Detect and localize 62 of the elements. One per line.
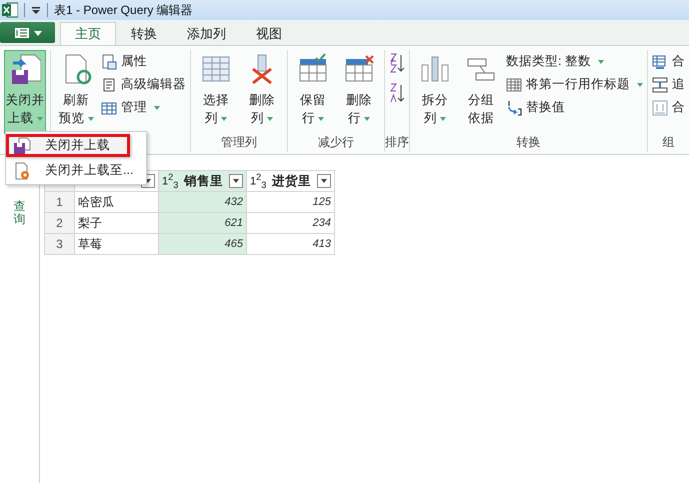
table-cell: 哈密瓜 (74, 192, 158, 212)
table-cell: 465 (158, 234, 246, 254)
dropdown-icon[interactable] (31, 5, 41, 15)
script-icon (101, 76, 117, 92)
document-icon (9, 53, 41, 85)
merge-icon (652, 54, 668, 70)
ribbon-button[interactable]: 合 (652, 52, 685, 71)
sort-ascending-icon[interactable] (389, 52, 405, 74)
tab[interactable]: 转换 (116, 22, 172, 45)
table-icon (506, 76, 522, 92)
ribbon-button[interactable]: 管理 (101, 98, 186, 117)
table-cell: 125 (246, 192, 334, 212)
sort-descending-icon[interactable] (389, 82, 405, 104)
menu-icon (12, 26, 42, 38)
ribbon-button[interactable]: 合 (652, 98, 685, 117)
table-cell: 432 (158, 192, 246, 212)
ribbon-button[interactable]: 选择 列 (195, 50, 237, 134)
table-cell: 梨子 (74, 212, 158, 234)
ribbon-button[interactable]: 属性 (101, 52, 186, 71)
ribbon-button[interactable]: 关闭并 上载 (4, 50, 46, 134)
ribbon-button[interactable]: 保留 行 (292, 50, 334, 134)
file-button[interactable] (0, 22, 55, 43)
window-title: 表1 - Power Query 编辑器 (54, 2, 193, 18)
ribbon-button[interactable]: 删除 列 (241, 50, 283, 134)
group-label: 转换 (516, 135, 540, 149)
row-number: 2 (44, 212, 74, 234)
tab[interactable]: 主页 (60, 22, 116, 45)
ribbon-button[interactable]: 将第一行用作标题 (506, 75, 643, 94)
replace-icon (506, 100, 522, 116)
queries-pane-label[interactable]: 查询 (14, 200, 26, 226)
column-name: 销售里 (182, 172, 224, 190)
tab[interactable]: 添加列 (172, 22, 241, 45)
document-gear-icon (13, 162, 31, 180)
table-cell: 621 (158, 212, 246, 234)
table-cell: 234 (246, 212, 334, 234)
tab[interactable]: 视图 (241, 22, 297, 45)
filter-button[interactable] (317, 174, 331, 188)
column-name: 进货里 (270, 172, 312, 190)
ribbon-button[interactable]: 高级编辑器 (101, 75, 186, 94)
ribbon-button[interactable]: 数据类型: 整数 (506, 52, 643, 71)
group-label: 管理列 (221, 135, 257, 149)
properties-icon (101, 54, 117, 70)
menu-item[interactable]: 关闭并上载 (6, 134, 130, 157)
filter-button[interactable] (229, 174, 243, 188)
excel-icon (2, 2, 18, 18)
row-number: 3 (44, 234, 74, 254)
ribbon-button[interactable]: 删除 行 (338, 50, 380, 134)
group-label: 减少行 (318, 135, 354, 149)
table-cell: 草莓 (74, 234, 158, 254)
merge-icon (652, 100, 668, 116)
ribbon-button[interactable]: 追 (652, 75, 685, 94)
group-label: 组 (662, 135, 674, 149)
ribbon-button[interactable]: 替换值 (506, 98, 643, 117)
ribbon-button[interactable]: 分组 依据 (460, 50, 502, 134)
menu-item[interactable]: 关闭并上载至... (6, 159, 142, 182)
table-cell: 413 (246, 234, 334, 254)
row-number: 1 (44, 192, 74, 212)
save-icon (13, 136, 31, 154)
table-icon (101, 100, 117, 116)
ribbon-button[interactable]: 拆分 列 (414, 50, 456, 134)
append-icon (652, 76, 668, 92)
group-label: 排序 (385, 135, 409, 149)
